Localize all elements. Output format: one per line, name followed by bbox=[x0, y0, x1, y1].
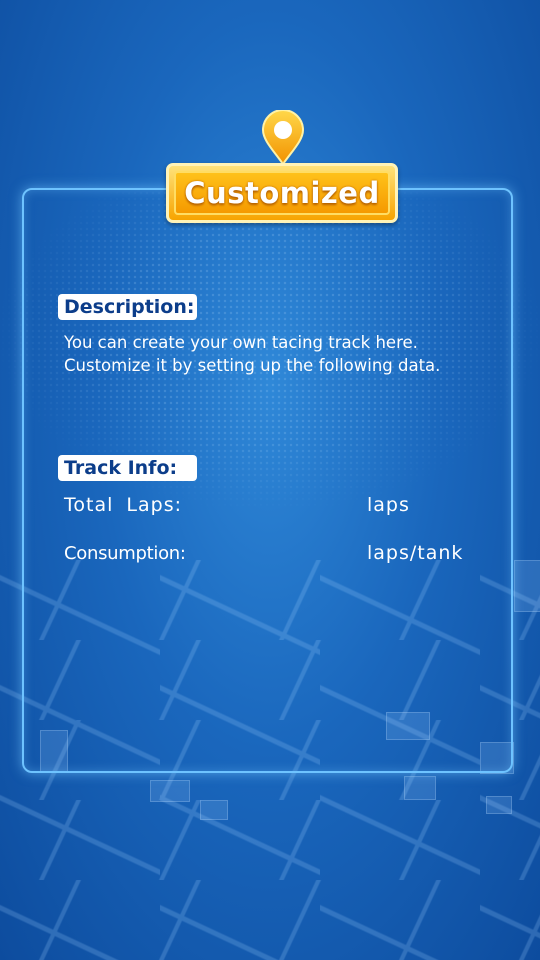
city-block bbox=[404, 776, 436, 800]
consumption-label: Consumption: bbox=[64, 543, 186, 564]
title-badge: Customized bbox=[166, 163, 398, 223]
city-block bbox=[486, 796, 512, 814]
description-line-2: Customize it by setting up the following… bbox=[64, 356, 441, 375]
city-block bbox=[150, 780, 190, 802]
consumption-unit: laps/tank bbox=[367, 542, 464, 564]
description-text: You can create your own tacing track her… bbox=[64, 331, 504, 377]
description-line-1: You can create your own tacing track her… bbox=[64, 333, 418, 352]
page-title: Customized bbox=[184, 176, 380, 210]
city-block bbox=[514, 560, 540, 612]
total-laps-label: Total Laps: bbox=[64, 494, 183, 516]
city-block bbox=[200, 800, 228, 820]
track-info-tag: Track Info: bbox=[58, 455, 197, 481]
description-tag: Description: bbox=[58, 294, 197, 320]
total-laps-unit: laps bbox=[367, 494, 410, 516]
location-pin-icon bbox=[261, 110, 305, 166]
